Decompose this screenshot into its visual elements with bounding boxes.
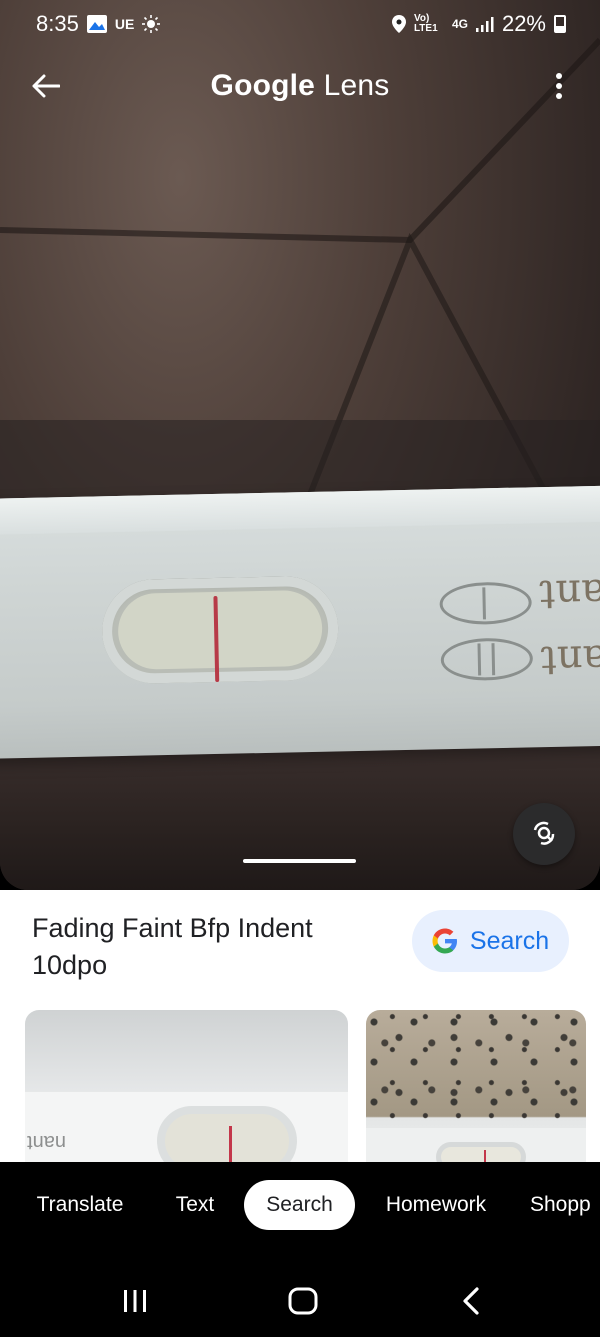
tab-text[interactable]: Text: [160, 1180, 230, 1230]
result-thumbnail[interactable]: nant: [25, 1010, 348, 1162]
status-bar: 8:35 UE Vo) LTE1 4G 22%: [0, 0, 600, 48]
nav-back-button[interactable]: [446, 1276, 496, 1326]
fabric-bottom: [0, 740, 600, 890]
sheet-drag-handle[interactable]: [243, 859, 356, 863]
home-icon: [288, 1287, 318, 1315]
thumb-test-line: [229, 1126, 232, 1162]
test-line: [213, 595, 220, 682]
battery-icon: [554, 15, 566, 33]
tab-homework[interactable]: Homework: [370, 1180, 502, 1230]
tab-translate[interactable]: Translate: [18, 1180, 142, 1230]
results-sheet: Fading Faint Bfp Indent 10dpo Search nan…: [0, 890, 600, 1162]
recent-apps-icon: [124, 1290, 146, 1312]
battery-percent: 22%: [501, 11, 546, 36]
app-title-product: Lens: [323, 69, 390, 102]
app-title: Google Lens: [211, 69, 390, 103]
back-arrow-icon: [32, 74, 60, 98]
lens-mode-bar: Translate Text Search Homework Shopp: [0, 1162, 600, 1252]
more-vert-icon: [556, 73, 562, 99]
thumb-test-line: [484, 1150, 486, 1162]
result-thumbnail[interactable]: [366, 1010, 586, 1162]
image-search-icon: [533, 821, 555, 845]
gallery-notification-icon: [86, 15, 107, 33]
top-app-bar: Google Lens: [0, 58, 600, 114]
result-title[interactable]: Fading Faint Bfp Indent 10dpo: [32, 910, 372, 984]
recent-apps-button[interactable]: [110, 1276, 160, 1326]
strip-text-bottom: nant: [540, 635, 600, 684]
strip-text-top: nant: [538, 569, 600, 618]
volte-label: Vo) LTE1: [413, 13, 438, 34]
app-title-brand: Google: [210, 69, 316, 102]
back-button[interactable]: [26, 66, 66, 106]
thumb-window: [436, 1142, 526, 1162]
system-navigation-bar: [0, 1252, 600, 1337]
nav-back-icon: [463, 1287, 479, 1315]
google-search-button[interactable]: Search: [412, 910, 569, 972]
signal-icon: [475, 17, 494, 32]
image-search-button[interactable]: [513, 803, 575, 865]
location-icon: [391, 15, 406, 33]
home-button[interactable]: [278, 1276, 328, 1326]
more-options-button[interactable]: [544, 66, 574, 106]
positive-symbol: [440, 637, 534, 682]
tab-search[interactable]: Search: [244, 1180, 355, 1230]
negative-symbol: [439, 581, 533, 626]
network-type: 4G: [451, 17, 468, 31]
result-window-inner: [117, 589, 323, 682]
status-time: 8:35: [36, 11, 79, 36]
thumb-window: [157, 1106, 297, 1162]
carrier-label: UE: [114, 16, 135, 32]
lens-photo[interactable]: nant nant: [0, 0, 600, 890]
tab-shopping[interactable]: Shopp: [530, 1180, 600, 1230]
brightness-icon: [142, 15, 161, 33]
google-g-icon: [432, 928, 457, 954]
pregnancy-test-strip: nant nant: [0, 485, 600, 759]
search-chip-label: Search: [469, 926, 550, 955]
result-window: [101, 575, 340, 685]
thumb-strip-text: nant: [27, 1131, 66, 1153]
